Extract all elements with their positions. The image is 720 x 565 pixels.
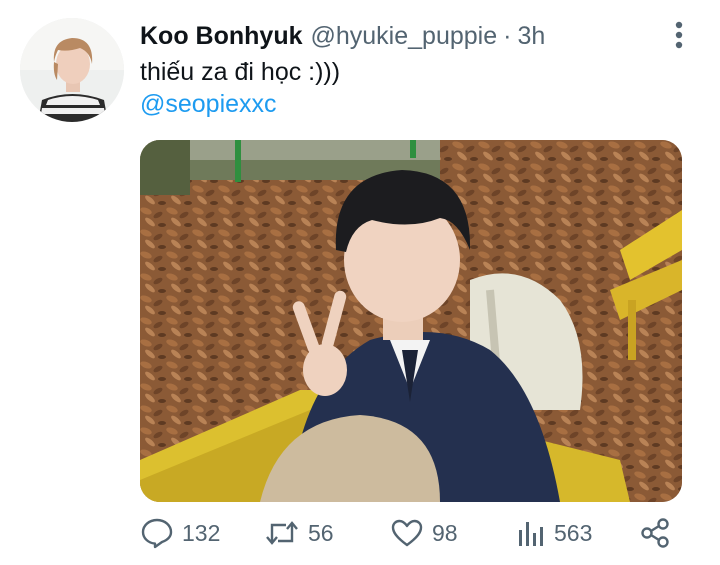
tweet-actions: 132 56 98 563 xyxy=(140,512,682,554)
reply-button[interactable]: 132 xyxy=(140,512,220,554)
tweet-header: Koo Bonhyuk @hyukie_puppie · 3h xyxy=(140,18,545,54)
share-icon xyxy=(638,516,672,550)
like-button[interactable]: 98 xyxy=(390,512,458,554)
retweet-icon xyxy=(264,516,300,550)
views-count: 563 xyxy=(554,519,593,546)
heart-icon xyxy=(390,516,424,550)
avatar[interactable] xyxy=(20,18,124,122)
retweet-button[interactable]: 56 xyxy=(264,512,334,554)
author-handle[interactable]: @hyukie_puppie xyxy=(311,18,498,54)
like-count: 98 xyxy=(432,519,458,546)
comment-icon xyxy=(140,516,174,550)
photo-image xyxy=(140,140,682,502)
timestamp[interactable]: 3h xyxy=(517,18,545,54)
tweet-text: thiếu za đi học :))) xyxy=(140,58,341,86)
retweet-count: 56 xyxy=(308,519,334,546)
mention-link[interactable]: @seopiexxc xyxy=(140,88,277,120)
author-name[interactable]: Koo Bonhyuk xyxy=(140,18,303,54)
views-button[interactable]: 563 xyxy=(516,512,592,554)
tweet-card: Koo Bonhyuk @hyukie_puppie · 3h thiếu za… xyxy=(0,0,720,565)
share-button[interactable] xyxy=(638,512,672,554)
tweet-photo[interactable] xyxy=(140,140,682,502)
more-vertical-icon[interactable] xyxy=(668,20,690,50)
reply-count: 132 xyxy=(182,519,221,546)
separator-dot: · xyxy=(503,22,512,50)
bar-chart-icon xyxy=(516,516,546,550)
avatar-image xyxy=(20,18,124,122)
